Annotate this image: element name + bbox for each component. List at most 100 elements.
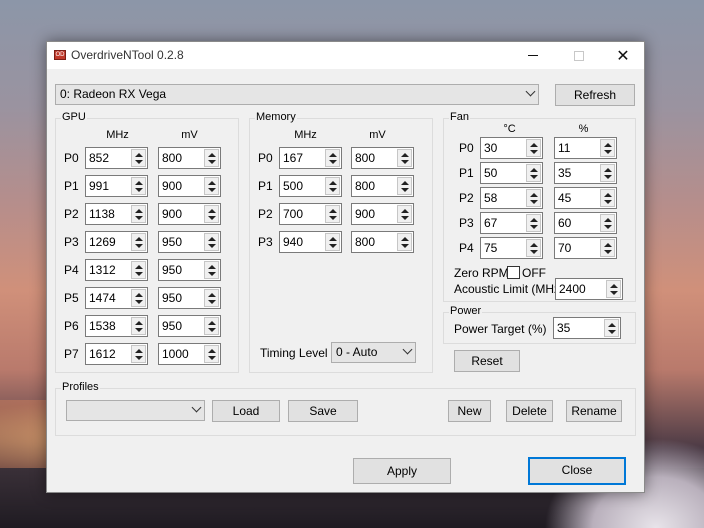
- spinner-buttons[interactable]: [604, 319, 619, 337]
- device-select[interactable]: 0: Radeon RX Vega: [55, 84, 539, 105]
- gpu-mv-input[interactable]: 950: [158, 259, 221, 281]
- spinner-buttons[interactable]: [131, 317, 146, 335]
- fan-state-label: P2: [459, 191, 474, 205]
- fan-temp-input[interactable]: 50: [480, 162, 543, 184]
- spinner-down-icon: [135, 160, 143, 164]
- refresh-button[interactable]: Refresh: [555, 84, 635, 106]
- spinner-buttons[interactable]: [204, 345, 219, 363]
- spinner-buttons[interactable]: [204, 177, 219, 195]
- fan-pct-input[interactable]: 35: [554, 162, 617, 184]
- timing-level-select[interactable]: 0 - Auto: [331, 342, 416, 363]
- gpu-state-label: P6: [64, 319, 79, 333]
- delete-profile-button[interactable]: Delete: [506, 400, 553, 422]
- gpu-mhz-input[interactable]: 1612: [85, 343, 148, 365]
- profile-select[interactable]: [66, 400, 205, 421]
- fan-temp-input[interactable]: 30: [480, 137, 543, 159]
- spinner-up-icon: [329, 237, 337, 241]
- profiles-group: Profiles Load Save New Delete Rename: [55, 381, 636, 436]
- spinner-buttons[interactable]: [526, 189, 541, 207]
- memory-mhz-input[interactable]: 700: [279, 203, 342, 225]
- fan-pct-input-value: 11: [558, 141, 571, 155]
- gpu-mhz-input[interactable]: 1269: [85, 231, 148, 253]
- spinner-buttons[interactable]: [204, 289, 219, 307]
- gpu-mhz-input[interactable]: 1138: [85, 203, 148, 225]
- gpu-mv-input[interactable]: 900: [158, 175, 221, 197]
- load-profile-button[interactable]: Load: [212, 400, 280, 422]
- apply-button[interactable]: Apply: [353, 458, 451, 484]
- gpu-mhz-input[interactable]: 1538: [85, 315, 148, 337]
- spinner-buttons[interactable]: [526, 239, 541, 257]
- spinner-buttons[interactable]: [526, 164, 541, 182]
- new-profile-button[interactable]: New: [448, 400, 491, 422]
- gpu-mv-input[interactable]: 900: [158, 203, 221, 225]
- memory-mhz-input[interactable]: 940: [279, 231, 342, 253]
- maximize-button[interactable]: [556, 42, 602, 69]
- gpu-mv-input[interactable]: 800: [158, 147, 221, 169]
- spinner-buttons[interactable]: [397, 149, 412, 167]
- spinner-buttons[interactable]: [204, 205, 219, 223]
- close-button[interactable]: Close: [528, 457, 626, 485]
- spinner-buttons[interactable]: [204, 317, 219, 335]
- spinner-buttons[interactable]: [131, 149, 146, 167]
- save-profile-button[interactable]: Save: [288, 400, 358, 422]
- gpu-mv-input[interactable]: 950: [158, 287, 221, 309]
- rename-profile-button[interactable]: Rename: [566, 400, 622, 422]
- spinner-buttons[interactable]: [600, 164, 615, 182]
- memory-mv-input[interactable]: 900: [351, 203, 414, 225]
- title-bar[interactable]: OD OverdriveNTool 0.2.8 ✕: [47, 42, 644, 69]
- spinner-buttons[interactable]: [325, 233, 340, 251]
- spinner-buttons[interactable]: [325, 177, 340, 195]
- spinner-buttons[interactable]: [526, 139, 541, 157]
- fan-pct-input[interactable]: 45: [554, 187, 617, 209]
- fan-pct-input[interactable]: 70: [554, 237, 617, 259]
- spinner-buttons[interactable]: [204, 261, 219, 279]
- spinner-buttons[interactable]: [204, 233, 219, 251]
- fan-pct-input[interactable]: 11: [554, 137, 617, 159]
- spinner-buttons[interactable]: [131, 233, 146, 251]
- spinner-buttons[interactable]: [131, 345, 146, 363]
- spinner-buttons[interactable]: [600, 239, 615, 257]
- zero-rpm-checkbox[interactable]: [507, 266, 520, 279]
- spinner-buttons[interactable]: [606, 280, 621, 298]
- fan-temp-input[interactable]: 75: [480, 237, 543, 259]
- spinner-buttons[interactable]: [325, 205, 340, 223]
- minimize-button[interactable]: [510, 42, 556, 69]
- spinner-buttons[interactable]: [204, 149, 219, 167]
- spinner-up-icon: [329, 153, 337, 157]
- spinner-buttons[interactable]: [600, 214, 615, 232]
- spinner-buttons[interactable]: [526, 214, 541, 232]
- gpu-mv-input[interactable]: 950: [158, 315, 221, 337]
- spinner-buttons[interactable]: [325, 149, 340, 167]
- acoustic-limit-input[interactable]: 2400: [555, 278, 623, 300]
- spinner-buttons[interactable]: [397, 177, 412, 195]
- spinner-buttons[interactable]: [131, 289, 146, 307]
- spinner-buttons[interactable]: [600, 189, 615, 207]
- memory-group: Memory MHz mV P0 167 800 P1 500 800 P2 700 900 P3…: [249, 111, 433, 373]
- fan-pct-input[interactable]: 60: [554, 212, 617, 234]
- spinner-buttons[interactable]: [131, 261, 146, 279]
- spinner-buttons[interactable]: [131, 205, 146, 223]
- memory-state-label: P1: [258, 179, 273, 193]
- power-target-input[interactable]: 35: [553, 317, 621, 339]
- fan-temp-input[interactable]: 58: [480, 187, 543, 209]
- spinner-buttons[interactable]: [397, 205, 412, 223]
- spinner-buttons[interactable]: [600, 139, 615, 157]
- spinner-up-icon: [604, 143, 612, 147]
- gpu-mhz-input[interactable]: 852: [85, 147, 148, 169]
- gpu-mv-input[interactable]: 1000: [158, 343, 221, 365]
- memory-mv-input[interactable]: 800: [351, 147, 414, 169]
- gpu-mv-input[interactable]: 950: [158, 231, 221, 253]
- spinner-down-icon: [135, 300, 143, 304]
- memory-mhz-input[interactable]: 500: [279, 175, 342, 197]
- memory-mv-input[interactable]: 800: [351, 231, 414, 253]
- gpu-mhz-input[interactable]: 1312: [85, 259, 148, 281]
- spinner-buttons[interactable]: [131, 177, 146, 195]
- reset-button[interactable]: Reset: [454, 350, 520, 372]
- fan-temp-input[interactable]: 67: [480, 212, 543, 234]
- close-window-button[interactable]: ✕: [600, 42, 646, 69]
- gpu-mhz-input[interactable]: 1474: [85, 287, 148, 309]
- spinner-buttons[interactable]: [397, 233, 412, 251]
- memory-mhz-input[interactable]: 167: [279, 147, 342, 169]
- gpu-mhz-input[interactable]: 991: [85, 175, 148, 197]
- memory-mv-input[interactable]: 800: [351, 175, 414, 197]
